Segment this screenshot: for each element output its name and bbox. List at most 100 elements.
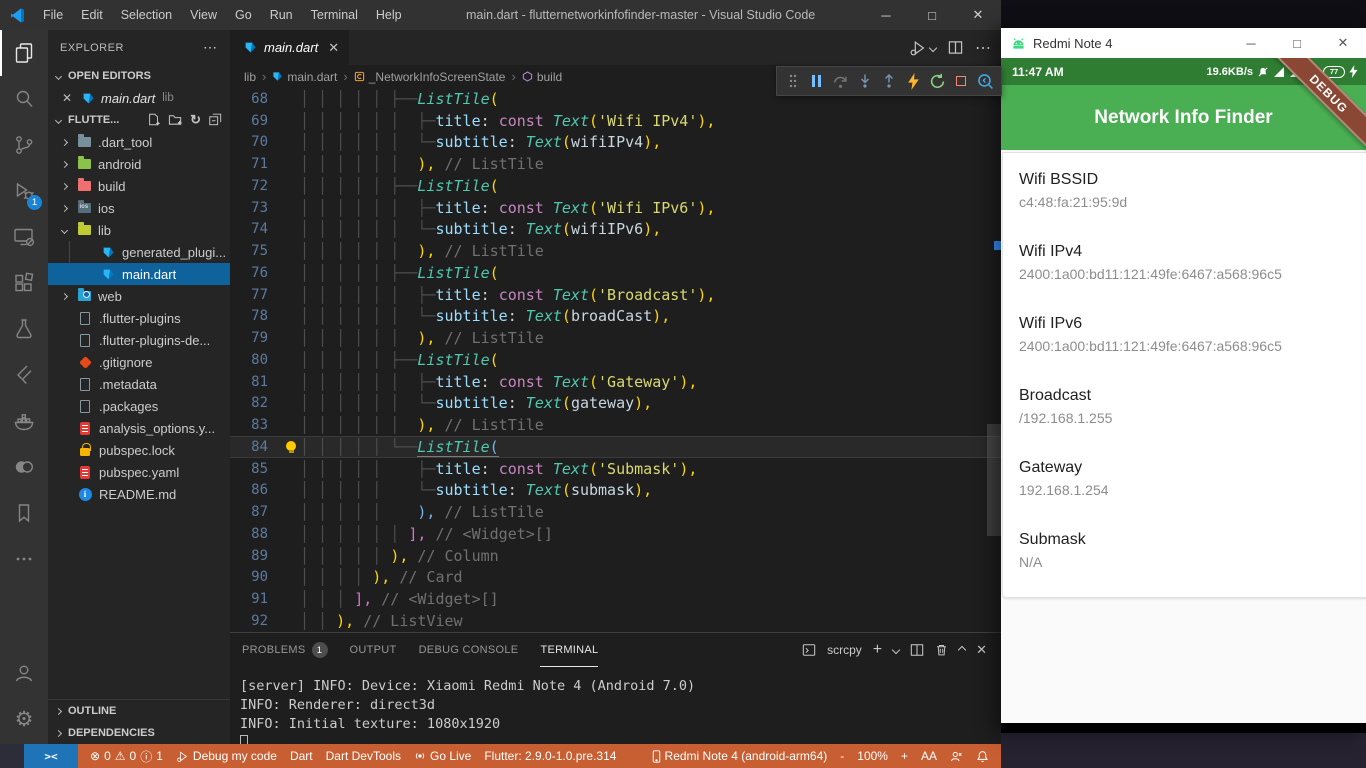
close-button[interactable]: ✕ bbox=[955, 0, 1001, 30]
dart-status[interactable]: Dart bbox=[290, 749, 313, 763]
list-tile-submask[interactable]: Submask N/A bbox=[1019, 523, 1366, 595]
new-terminal-icon[interactable]: + bbox=[873, 641, 882, 659]
tree-item-generated-plugin[interactable]: generated_plugi... bbox=[48, 241, 230, 263]
stop-icon[interactable] bbox=[952, 69, 971, 93]
code-line-73[interactable]: 73│ │ │ │ │ │ ├─title: const Text('Wifi … bbox=[230, 197, 1001, 219]
tree-item-dart-tool[interactable]: .dart_tool bbox=[48, 131, 230, 153]
step-out-icon[interactable] bbox=[879, 69, 898, 93]
terminal-shell-label[interactable]: scrcpy bbox=[827, 643, 862, 657]
code-line-89[interactable]: 89│ │ │ │ │ ), // Column bbox=[230, 545, 1001, 567]
font-size-button[interactable]: AA bbox=[921, 749, 937, 763]
tree-item-packages[interactable]: .packages bbox=[48, 395, 230, 417]
tree-item-android[interactable]: android bbox=[48, 153, 230, 175]
maximize-button[interactable]: □ bbox=[1274, 28, 1320, 58]
extensions-icon[interactable] bbox=[0, 260, 48, 306]
refresh-icon[interactable]: ↻ bbox=[190, 112, 201, 128]
widget-inspector-icon[interactable] bbox=[976, 69, 995, 93]
outline-section-header[interactable]: OUTLINE bbox=[48, 700, 230, 722]
code-line-76[interactable]: 76│ │ │ │ │ ├──ListTile( bbox=[230, 262, 1001, 284]
open-editors-header[interactable]: OPEN EDITORS bbox=[48, 65, 230, 87]
zoom-in-button[interactable]: + bbox=[901, 749, 908, 763]
notifications-bell-icon[interactable] bbox=[976, 750, 989, 763]
code-editor[interactable]: 68│ │ │ │ │ ├──ListTile(69│ │ │ │ │ │ ├─… bbox=[230, 88, 1001, 632]
terminal-output[interactable]: [server] INFO: Device: Xiaomi Redmi Note… bbox=[230, 667, 1001, 753]
quick-fix-lightbulb-icon[interactable] bbox=[286, 441, 296, 451]
tree-item-analysis-options[interactable]: analysis_options.y... bbox=[48, 417, 230, 439]
code-line-71[interactable]: 71│ │ │ │ │ │ ), // ListTile bbox=[230, 153, 1001, 175]
tree-item-flutter-plugins-deps[interactable]: .flutter-plugins-de... bbox=[48, 329, 230, 351]
code-line-83[interactable]: 83│ │ │ │ │ │ ), // ListTile bbox=[230, 414, 1001, 436]
kill-terminal-trash-icon[interactable] bbox=[935, 643, 948, 657]
test-flask-icon[interactable] bbox=[0, 306, 48, 352]
step-over-icon[interactable] bbox=[831, 69, 850, 93]
problems-status[interactable]: ⊗0 ⚠0 ⓘ1 bbox=[90, 748, 163, 765]
pause-icon[interactable] bbox=[807, 69, 826, 93]
minimize-button[interactable]: ─ bbox=[1228, 28, 1274, 58]
tree-item-pubspec-yaml[interactable]: pubspec.yaml bbox=[48, 461, 230, 483]
maximize-button[interactable]: □ bbox=[909, 0, 955, 30]
tree-item-build[interactable]: build bbox=[48, 175, 230, 197]
remote-explorer-icon[interactable] bbox=[0, 214, 48, 260]
code-line-91[interactable]: 91│ │ │ ], // <Widget>[] bbox=[230, 588, 1001, 610]
code-line-69[interactable]: 69│ │ │ │ │ │ ├─title: const Text('Wifi … bbox=[230, 110, 1001, 132]
flutter-icon[interactable] bbox=[0, 352, 48, 398]
remote-indicator[interactable]: >< bbox=[24, 744, 78, 768]
search-icon[interactable] bbox=[0, 76, 48, 122]
list-tile-broadcast[interactable]: Broadcast /192.168.1.255 bbox=[1019, 379, 1366, 451]
tree-item-gitignore[interactable]: .gitignore bbox=[48, 351, 230, 373]
code-line-84[interactable]: 84│ │ │ │ │ └──ListTile( bbox=[230, 436, 1001, 458]
hot-reload-icon[interactable] bbox=[904, 69, 923, 93]
new-folder-icon[interactable] bbox=[168, 112, 183, 127]
menu-view[interactable]: View bbox=[181, 0, 226, 30]
more-views-icon[interactable] bbox=[0, 536, 48, 582]
sidebar-more-actions-icon[interactable]: ⋯ bbox=[203, 39, 218, 56]
code-line-82[interactable]: 82│ │ │ │ │ │ └─subtitle: Text(gateway), bbox=[230, 393, 1001, 415]
step-into-icon[interactable] bbox=[855, 69, 874, 93]
maximize-panel-icon[interactable] bbox=[958, 646, 966, 654]
breadcrumb-lib[interactable]: lib bbox=[244, 70, 256, 84]
project-section-header[interactable]: FLUTTE... ↻ bbox=[48, 109, 230, 131]
scrollbar[interactable] bbox=[987, 88, 1001, 632]
debug-session-status[interactable]: Debug my code bbox=[176, 749, 277, 763]
toggle-circles-icon[interactable] bbox=[0, 444, 48, 490]
devtools-status[interactable]: Dart DevTools bbox=[326, 749, 401, 763]
code-line-87[interactable]: 87│ │ │ │ │ ), // ListTile bbox=[230, 501, 1001, 523]
code-line-88[interactable]: 88│ │ │ │ │ │ ], // <Widget>[] bbox=[230, 523, 1001, 545]
device-selector-status[interactable]: Redmi Note 4 (android-arm64) bbox=[652, 749, 828, 763]
code-line-70[interactable]: 70│ │ │ │ │ │ └─subtitle: Text(wifiIPv4)… bbox=[230, 132, 1001, 154]
menu-selection[interactable]: Selection bbox=[112, 0, 181, 30]
tree-item-main-dart[interactable]: main.dart bbox=[48, 263, 230, 285]
tree-item-web[interactable]: web bbox=[48, 285, 230, 307]
list-tile-wifi-ipv6[interactable]: Wifi IPv6 2400:1a00:bd11:121:49fe:6467:a… bbox=[1019, 307, 1366, 379]
split-terminal-icon[interactable] bbox=[910, 643, 924, 657]
code-line-79[interactable]: 79│ │ │ │ │ │ ), // ListTile bbox=[230, 327, 1001, 349]
source-control-icon[interactable] bbox=[0, 122, 48, 168]
menu-terminal[interactable]: Terminal bbox=[302, 0, 367, 30]
scrollbar-thumb[interactable] bbox=[987, 424, 1001, 536]
code-line-86[interactable]: 86│ │ │ │ │ └─subtitle: Text(submask), bbox=[230, 480, 1001, 502]
close-editor-icon[interactable]: ✕ bbox=[62, 91, 78, 105]
zoom-out-button[interactable]: - bbox=[840, 749, 844, 763]
tree-item-readme[interactable]: i README.md bbox=[48, 483, 230, 505]
feedback-icon[interactable] bbox=[950, 750, 963, 763]
menu-help[interactable]: Help bbox=[367, 0, 411, 30]
code-line-75[interactable]: 75│ │ │ │ │ │ ), // ListTile bbox=[230, 240, 1001, 262]
breadcrumb-main-dart[interactable]: main.dart bbox=[272, 70, 337, 84]
menu-edit[interactable]: Edit bbox=[72, 0, 112, 30]
accounts-icon[interactable] bbox=[0, 650, 48, 696]
tab-debug-console[interactable]: DEBUG CONSOLE bbox=[419, 633, 519, 667]
run-or-debug-icon[interactable] bbox=[909, 39, 936, 57]
dependencies-section-header[interactable]: DEPENDENCIES bbox=[48, 722, 230, 744]
open-editor-main-dart[interactable]: ✕ main.dart lib bbox=[48, 87, 230, 109]
debug-toolbar[interactable] bbox=[776, 66, 1002, 96]
settings-gear-icon[interactable]: ⚙ bbox=[0, 696, 48, 742]
terminal-dropdown-icon[interactable] bbox=[892, 646, 900, 654]
breadcrumb-build-method[interactable]: build bbox=[522, 70, 562, 84]
menu-go[interactable]: Go bbox=[226, 0, 261, 30]
tree-item-flutter-plugins[interactable]: .flutter-plugins bbox=[48, 307, 230, 329]
tab-output[interactable]: OUTPUT bbox=[350, 633, 397, 667]
tree-item-lib[interactable]: lib bbox=[48, 219, 230, 241]
code-line-77[interactable]: 77│ │ │ │ │ │ ├─title: const Text('Broad… bbox=[230, 284, 1001, 306]
restart-icon[interactable] bbox=[928, 69, 947, 93]
go-live-status[interactable]: Go Live bbox=[414, 749, 471, 763]
